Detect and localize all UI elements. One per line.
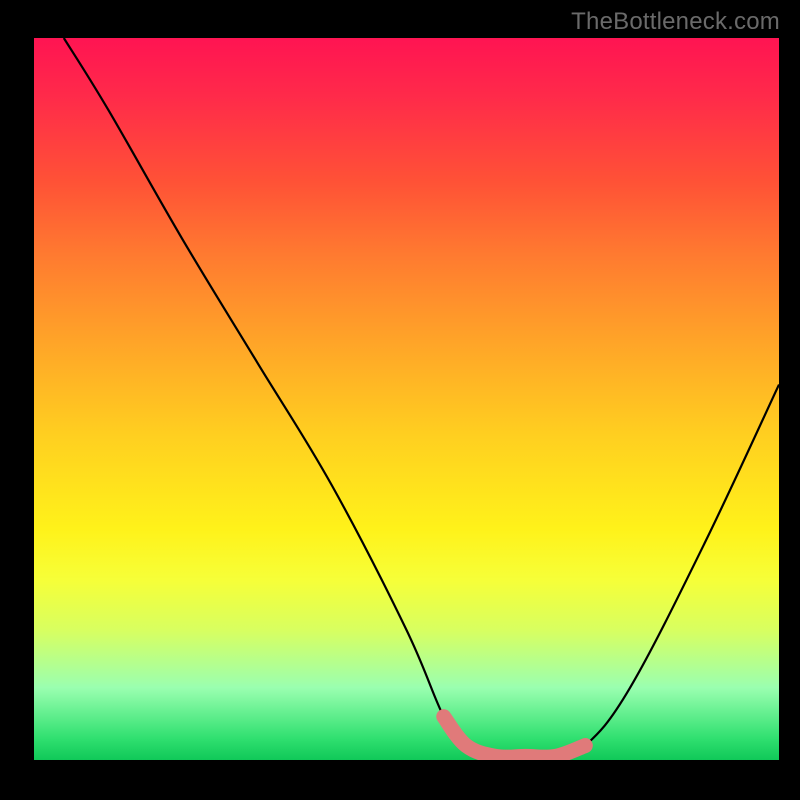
chart-svg xyxy=(34,38,779,760)
curve-path xyxy=(64,38,779,757)
chart-frame: TheBottleneck.com xyxy=(0,0,800,800)
watermark-text: TheBottleneck.com xyxy=(571,8,780,36)
highlight-path xyxy=(444,717,586,758)
plot-area xyxy=(34,38,779,760)
